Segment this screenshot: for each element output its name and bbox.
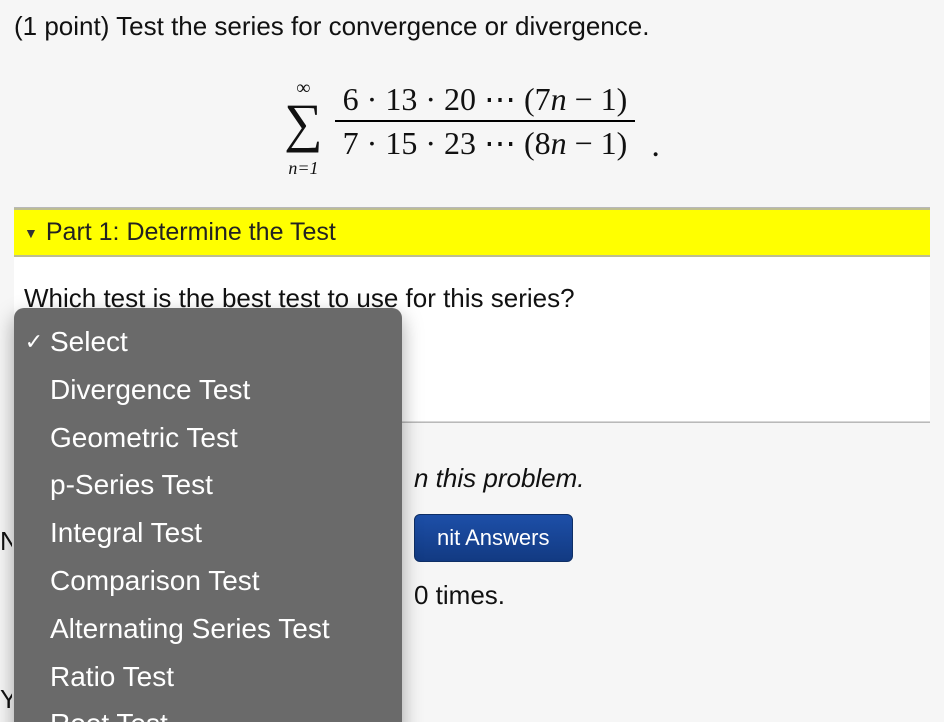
sigma-lower-bound: n=1 bbox=[288, 158, 318, 178]
dropdown-option-integral-test[interactable]: Integral Test bbox=[14, 509, 402, 557]
dropdown-option-label: Integral Test bbox=[50, 514, 202, 552]
fraction: 6 · 13 · 20 ⋯ (7n − 1) 7 · 15 · 23 ⋯ (8n… bbox=[335, 78, 636, 164]
dropdown-option-label: Ratio Test bbox=[50, 658, 174, 696]
dropdown-option-label: Comparison Test bbox=[50, 562, 260, 600]
dropdown-option-label: Divergence Test bbox=[50, 371, 250, 409]
fraction-numerator: 6 · 13 · 20 ⋯ (7n − 1) bbox=[335, 78, 636, 120]
series-expression: ∞ ∑ n=1 6 · 13 · 20 ⋯ (7n − 1) 7 · 15 · … bbox=[14, 67, 930, 180]
dropdown-option-label: p-Series Test bbox=[50, 466, 213, 504]
fraction-denominator: 7 · 15 · 23 ⋯ (8n − 1) bbox=[335, 122, 636, 164]
part-1-header[interactable]: ▼ Part 1: Determine the Test bbox=[14, 208, 930, 257]
dropdown-option-divergence-test[interactable]: Divergence Test bbox=[14, 366, 402, 414]
dropdown-option-ratio-test[interactable]: Ratio Test bbox=[14, 653, 402, 701]
dropdown-option-geometric-test[interactable]: Geometric Test bbox=[14, 414, 402, 462]
sigma-upper-bound: ∞ bbox=[296, 77, 310, 99]
check-icon: ✓ bbox=[20, 327, 48, 357]
points-label: (1 point) bbox=[14, 11, 109, 41]
submit-answers-button[interactable]: nit Answers bbox=[414, 514, 573, 562]
cropped-edge-char-1: N bbox=[0, 526, 12, 557]
dropdown-option-label: Alternating Series Test bbox=[50, 610, 330, 648]
sigma-glyph: ∑ bbox=[284, 99, 323, 148]
dropdown-option-label: Select bbox=[50, 323, 128, 361]
trailing-period: . bbox=[647, 127, 660, 179]
prompt-text: Test the series for convergence or diver… bbox=[116, 11, 649, 41]
collapse-arrow-icon: ▼ bbox=[24, 225, 38, 241]
part-1-title: Part 1: Determine the Test bbox=[46, 218, 336, 247]
dropdown-option-p-series-test[interactable]: p-Series Test bbox=[14, 461, 402, 509]
test-select-dropdown[interactable]: ✓ Select Divergence Test Geometric Test … bbox=[14, 308, 402, 722]
sigma-symbol: ∞ ∑ n=1 bbox=[284, 67, 323, 180]
cropped-edge-char-2: Y bbox=[0, 684, 12, 715]
dropdown-option-label: Root Test bbox=[50, 705, 168, 722]
dropdown-option-select[interactable]: ✓ Select bbox=[14, 318, 402, 366]
problem-prompt: (1 point) Test the series for convergenc… bbox=[14, 10, 930, 43]
dropdown-option-alternating-series-test[interactable]: Alternating Series Test bbox=[14, 605, 402, 653]
dropdown-option-comparison-test[interactable]: Comparison Test bbox=[14, 557, 402, 605]
dropdown-option-root-test[interactable]: Root Test bbox=[14, 700, 402, 722]
dropdown-option-label: Geometric Test bbox=[50, 419, 238, 457]
